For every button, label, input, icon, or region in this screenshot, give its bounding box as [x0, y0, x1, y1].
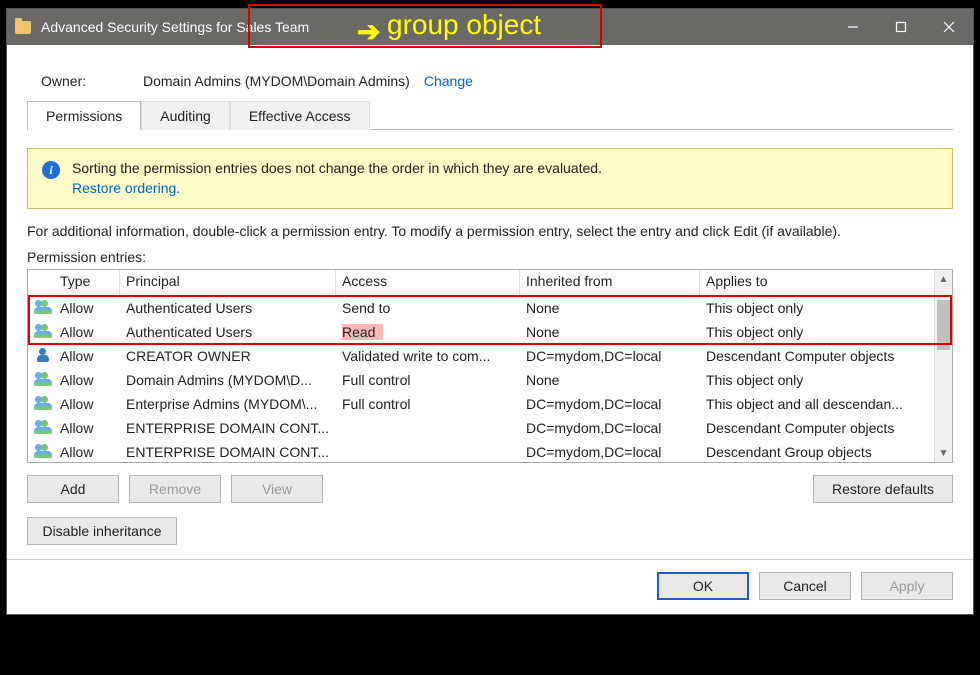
folder-icon — [15, 21, 31, 34]
tab-strip: Permissions Auditing Effective Access — [27, 101, 953, 130]
apply-button[interactable]: Apply — [861, 572, 953, 600]
cell-applies: This object only — [700, 322, 934, 342]
cell-principal: ENTERPRISE DOMAIN CONT... — [120, 442, 336, 462]
cell-inherited: DC=mydom,DC=local — [520, 418, 700, 438]
owner-change-link[interactable]: Change — [424, 73, 473, 89]
column-header-type[interactable]: Type — [54, 270, 120, 295]
cell-applies: This object only — [700, 370, 934, 390]
annotation-arrow-icon: ➔ — [357, 15, 380, 48]
tab-effective-access[interactable]: Effective Access — [230, 101, 370, 130]
cell-principal: Authenticated Users — [120, 322, 336, 342]
group-icon — [28, 442, 54, 463]
user-icon — [28, 346, 54, 367]
cell-inherited: None — [520, 322, 700, 342]
table-row[interactable]: AllowENTERPRISE DOMAIN CONT... DC=mydom,D… — [28, 440, 934, 462]
table-row[interactable]: AllowDomain Admins (MYDOM\D...Full contr… — [28, 368, 934, 392]
sort-warning-text: Sorting the permission entries does not … — [72, 160, 602, 176]
cell-access: Full control — [336, 370, 520, 390]
instructions-text: For additional information, double-click… — [27, 223, 953, 239]
tab-permissions[interactable]: Permissions — [27, 101, 141, 130]
scroll-down-icon[interactable]: ▼ — [935, 444, 952, 462]
table-row[interactable]: AllowAuthenticated UsersReadNoneThis obj… — [28, 320, 934, 344]
column-header-applies[interactable]: Applies to — [700, 270, 952, 295]
cell-access — [336, 450, 520, 454]
cell-access — [336, 426, 520, 430]
cell-inherited: None — [520, 298, 700, 318]
cancel-button[interactable]: Cancel — [759, 572, 851, 600]
cell-access: Send to — [336, 298, 520, 318]
scroll-up-icon[interactable]: ▲ — [935, 270, 952, 288]
cell-access: Full control — [336, 394, 520, 414]
cell-inherited: None — [520, 370, 700, 390]
group-icon — [28, 322, 54, 343]
cell-principal: Authenticated Users — [120, 298, 336, 318]
scroll-thumb[interactable] — [937, 300, 950, 350]
restore-ordering-link[interactable]: Restore ordering. — [72, 179, 602, 199]
cell-principal: ENTERPRISE DOMAIN CONT... — [120, 418, 336, 438]
group-icon — [28, 394, 54, 415]
tab-auditing[interactable]: Auditing — [141, 101, 230, 130]
sort-warning-box: i Sorting the permission entries does no… — [27, 148, 953, 209]
table-row[interactable]: AllowCREATOR OWNERValidated write to com… — [28, 344, 934, 368]
cell-access: Read — [336, 322, 520, 342]
column-header-inherited[interactable]: Inherited from — [520, 270, 700, 295]
table-row[interactable]: AllowAuthenticated UsersSend toNoneThis … — [28, 296, 934, 320]
cell-principal: Domain Admins (MYDOM\D... — [120, 370, 336, 390]
table-row[interactable]: AllowENTERPRISE DOMAIN CONT... DC=mydom,D… — [28, 416, 934, 440]
group-icon — [28, 370, 54, 391]
view-button[interactable]: View — [231, 475, 323, 503]
cell-applies: Descendant Group objects — [700, 442, 934, 462]
group-icon — [28, 298, 54, 319]
titlebar[interactable]: Advanced Security Settings for Sales Tea… — [7, 9, 973, 45]
cell-inherited: DC=mydom,DC=local — [520, 346, 700, 366]
restore-defaults-button[interactable]: Restore defaults — [813, 475, 953, 503]
dialog-footer: OK Cancel Apply — [7, 559, 973, 614]
cell-principal: Enterprise Admins (MYDOM\... — [120, 394, 336, 414]
cell-type: Allow — [54, 394, 120, 414]
maximize-button[interactable] — [877, 9, 925, 45]
owner-label: Owner: — [41, 73, 143, 89]
info-icon: i — [42, 161, 60, 179]
window-title: Advanced Security Settings for Sales Tea… — [41, 19, 309, 35]
permission-entries-label: Permission entries: — [27, 249, 953, 265]
column-header-principal[interactable]: Principal — [120, 270, 336, 295]
cell-type: Allow — [54, 346, 120, 366]
cell-type: Allow — [54, 298, 120, 318]
group-icon — [28, 418, 54, 439]
disable-inheritance-button[interactable]: Disable inheritance — [27, 517, 177, 545]
cell-access: Validated write to com... — [336, 346, 520, 366]
add-button[interactable]: Add — [27, 475, 119, 503]
cell-type: Allow — [54, 370, 120, 390]
permission-entries-table[interactable]: Type Principal Access Inherited from App… — [27, 269, 953, 463]
cell-type: Allow — [54, 442, 120, 462]
advanced-security-window: Advanced Security Settings for Sales Tea… — [6, 8, 974, 615]
cell-type: Allow — [54, 418, 120, 438]
ok-button[interactable]: OK — [657, 572, 749, 600]
column-header-access[interactable]: Access — [336, 270, 520, 295]
close-button[interactable] — [925, 9, 973, 45]
cell-applies: This object only — [700, 298, 934, 318]
cell-applies: Descendant Computer objects — [700, 418, 934, 438]
owner-value: Domain Admins (MYDOM\Domain Admins) — [143, 73, 410, 89]
column-header-icon[interactable] — [28, 270, 54, 295]
cell-applies: This object and all descendan... — [700, 394, 934, 414]
cell-inherited: DC=mydom,DC=local — [520, 442, 700, 462]
remove-button[interactable]: Remove — [129, 475, 221, 503]
cell-applies: Descendant Computer objects — [700, 346, 934, 366]
dialog-content: Owner: Domain Admins (MYDOM\Domain Admin… — [7, 45, 973, 559]
cell-type: Allow — [54, 322, 120, 342]
table-row[interactable]: AllowEnterprise Admins (MYDOM\...Full co… — [28, 392, 934, 416]
minimize-button[interactable] — [829, 9, 877, 45]
cell-principal: CREATOR OWNER — [120, 346, 336, 366]
annotation-label: group object — [387, 9, 541, 41]
vertical-scrollbar[interactable]: ▲ ▼ — [934, 270, 952, 462]
cell-inherited: DC=mydom,DC=local — [520, 394, 700, 414]
